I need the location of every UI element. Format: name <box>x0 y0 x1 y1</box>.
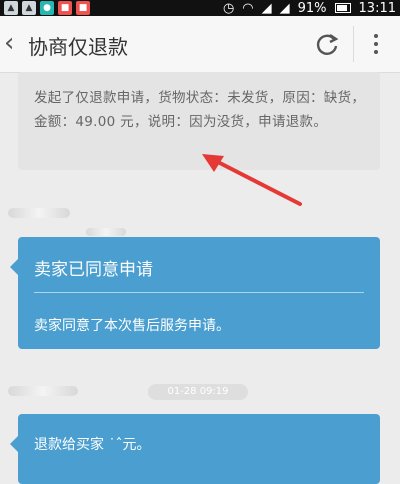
signal-icon: ◢ <box>261 0 272 16</box>
system-icons: ◷ ◠ ◢ ◢ 91% 13:11 <box>223 0 396 16</box>
clock: 13:11 <box>358 0 396 16</box>
header-divider <box>353 26 354 62</box>
back-chevron-icon[interactable]: ‹ <box>4 30 26 58</box>
status-bar: ▲ ▲ ● ■ ■ ◷ ◠ ◢ ◢ 91% 13:11 <box>0 0 400 16</box>
battery-percent: 91% <box>297 0 327 16</box>
message-timestamp: 01-28 09:19 <box>148 384 248 400</box>
image-icon: ▲ <box>22 1 36 15</box>
annotation-arrow-icon <box>202 154 302 206</box>
notification-icons: ▲ ▲ ● ■ ■ <box>4 1 90 15</box>
seller-agreed-bubble: 卖家已同意申请 卖家同意了本次售后服务申请。 <box>10 237 380 349</box>
teal-app-icon: ● <box>40 1 54 15</box>
signal-icon: ◢ <box>279 0 290 16</box>
more-vertical-icon[interactable] <box>366 29 386 59</box>
bubble-title: 卖家已同意申请 <box>34 260 153 280</box>
battery-icon <box>334 3 351 13</box>
bubble-body: 退款给买家 ˙ˆ元。 <box>34 437 151 453</box>
image-icon: ▲ <box>4 1 18 15</box>
blurred-avatar <box>8 386 78 396</box>
refund-request-text: 发起了仅退款申请，货物状态：未发货，原因：缺货，金额：49.00 元，说明：因为… <box>34 90 366 130</box>
wifi-icon: ◠ <box>242 0 254 16</box>
red-app-icon: ■ <box>76 1 90 15</box>
alarm-icon: ◷ <box>222 0 235 16</box>
refund-bubble: 退款给买家 ˙ˆ元。 <box>10 414 380 484</box>
red-app-icon: ■ <box>58 1 72 15</box>
bubble-divider <box>34 292 364 293</box>
bubble-body: 卖家同意了本次售后服务申请。 <box>34 318 230 334</box>
blurred-text <box>86 228 126 236</box>
refresh-icon[interactable] <box>312 29 342 59</box>
page-title: 协商仅退款 <box>28 35 128 59</box>
blurred-avatar <box>8 208 70 218</box>
app-header: ‹ 协商仅退款 <box>0 16 400 73</box>
